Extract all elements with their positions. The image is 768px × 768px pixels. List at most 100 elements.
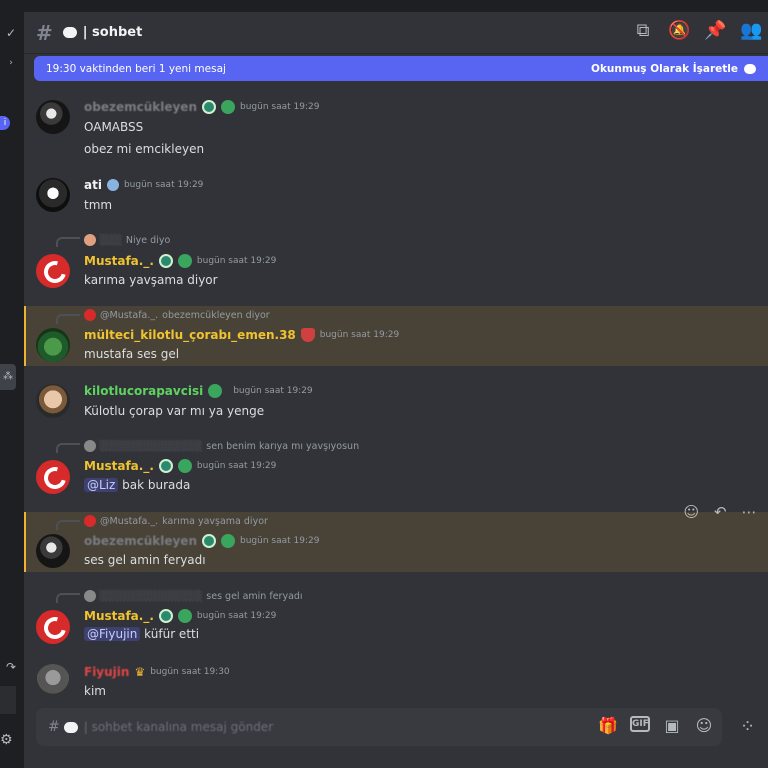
avatar[interactable] bbox=[36, 328, 70, 362]
mark-read-icon bbox=[744, 63, 756, 74]
badge-icon bbox=[221, 100, 235, 114]
badge-icon bbox=[202, 534, 216, 548]
reply-spine bbox=[56, 237, 80, 247]
username[interactable]: kilotlucorapavcisi bbox=[84, 384, 203, 398]
reply-avatar bbox=[84, 440, 96, 452]
user-mention[interactable]: @Fiyujin bbox=[84, 627, 141, 641]
username[interactable]: ati bbox=[84, 178, 102, 192]
message-text: Külotlu çorap var mı ya yenge bbox=[84, 404, 265, 418]
timestamp: bugün saat 19:29 bbox=[240, 536, 320, 546]
timestamp: bugün saat 19:29 bbox=[240, 102, 320, 112]
badge-icon bbox=[158, 254, 173, 268]
badge-icon bbox=[202, 100, 216, 114]
hash-icon: # bbox=[48, 719, 60, 735]
message[interactable]: kilotlucorapavcisi bugün saat 19:29 Külo… bbox=[24, 376, 768, 424]
message-text: @Liz bak burada bbox=[84, 478, 190, 492]
avatar[interactable] bbox=[36, 254, 70, 288]
message-text: @Fiyujin küfür etti bbox=[84, 627, 199, 641]
badge-icon bbox=[158, 609, 173, 623]
message[interactable]: ati bugün saat 19:29 tmm bbox=[24, 172, 768, 218]
username[interactable]: Mustafa._. bbox=[84, 459, 154, 473]
message[interactable]: Fiyujin ♛ bugün saat 19:30 kim bbox=[24, 662, 768, 702]
avatar[interactable] bbox=[36, 178, 70, 212]
badge-icon bbox=[177, 254, 192, 268]
reply-avatar bbox=[84, 515, 96, 527]
username[interactable]: Mustafa._. bbox=[84, 254, 154, 268]
emoji-icon[interactable]: ☺ bbox=[694, 716, 714, 735]
mark-read-button[interactable]: Okunmuş Olarak İşaretle bbox=[591, 63, 756, 75]
avatar[interactable] bbox=[36, 384, 70, 418]
message-text: ses gel amin feryadı bbox=[84, 553, 206, 567]
message-text: tmm bbox=[84, 198, 113, 212]
timestamp: bugün saat 19:30 bbox=[150, 667, 230, 677]
message-highlighted[interactable]: @Mustafa._. obezemcükleyen diyor mülteci… bbox=[24, 306, 768, 366]
message-text: mustafa ses gel bbox=[84, 347, 180, 361]
title-bar bbox=[0, 0, 768, 12]
reply-preview[interactable]: ░░░░░░░░░░░░░░ sen benim karıya mı yavşı… bbox=[84, 440, 359, 452]
timestamp: bugün saat 19:29 bbox=[196, 256, 277, 266]
gif-button[interactable]: GIF bbox=[630, 716, 650, 732]
username[interactable]: Fiyujin bbox=[84, 665, 129, 679]
badge-icon bbox=[158, 459, 173, 473]
avatar[interactable] bbox=[36, 460, 70, 494]
username[interactable]: mülteci_kilotlu_çorabı_emen.38 bbox=[84, 328, 296, 342]
unread-indicator: i bbox=[0, 116, 10, 130]
reply-spine bbox=[56, 314, 80, 324]
timestamp: bugün saat 19:29 bbox=[319, 330, 400, 340]
user-panel[interactable] bbox=[0, 686, 16, 714]
selected-channel-marker[interactable]: ⁂ bbox=[0, 364, 16, 390]
badge-icon bbox=[221, 534, 235, 548]
shield-icon bbox=[300, 328, 315, 342]
username[interactable]: Mustafa._. bbox=[84, 609, 154, 623]
message-highlighted[interactable]: @Mustafa._. karıma yavşama diyor obezemc… bbox=[24, 512, 768, 572]
badge-icon bbox=[177, 609, 192, 623]
gift-icon[interactable]: 🎁 bbox=[598, 716, 618, 735]
avatar[interactable] bbox=[36, 534, 70, 568]
new-messages-text: 19:30 vaktinden beri 1 yeni mesaj bbox=[46, 62, 226, 75]
sticker-icon[interactable]: ▣ bbox=[662, 716, 682, 735]
reply-avatar bbox=[84, 590, 96, 602]
user-mention[interactable]: @Liz bbox=[84, 478, 119, 492]
reply-avatar bbox=[84, 234, 96, 246]
new-messages-bar[interactable]: 19:30 vaktinden beri 1 yeni mesaj Okunmu… bbox=[34, 56, 768, 81]
speech-bubble-icon bbox=[63, 721, 78, 733]
crown-icon: ♛ bbox=[134, 665, 146, 679]
voice-icon[interactable]: ↷ bbox=[0, 660, 22, 674]
username[interactable]: obezemcükleyen bbox=[84, 534, 197, 548]
chevron-down-icon[interactable]: ✓ bbox=[0, 26, 22, 40]
reply-preview[interactable]: @Mustafa._. karıma yavşama diyor bbox=[84, 515, 268, 527]
reply-avatar bbox=[84, 309, 96, 321]
message[interactable]: ░░░░░░░░░░░░░░ ses gel amin feryadı Must… bbox=[24, 588, 768, 650]
pin-icon[interactable]: 📌 bbox=[704, 20, 726, 41]
message-text: OAMABSS bbox=[84, 120, 144, 134]
reply-preview[interactable]: @Mustafa._. obezemcükleyen diyor bbox=[84, 309, 270, 321]
username[interactable]: obezemcükleyen bbox=[84, 100, 197, 114]
badge-icon bbox=[177, 459, 192, 473]
avatar[interactable] bbox=[36, 100, 70, 134]
apps-icon[interactable]: ⁘ bbox=[740, 716, 755, 737]
channel-header: # | sohbet ⧉ 🔕 📌 👥 bbox=[24, 12, 768, 54]
avatar[interactable] bbox=[36, 664, 70, 698]
message-text: kim bbox=[84, 684, 106, 698]
message-input[interactable]: # | sohbet kanalına mesaj gönder 🎁 GIF ▣… bbox=[36, 708, 722, 746]
speech-bubble-icon bbox=[62, 27, 77, 38]
message[interactable]: ░░░░░░░░░░░░░░ sen benim karıya mı yavşı… bbox=[24, 438, 768, 500]
message[interactable]: obezemcükleyen bugün saat 19:29 OAMABSS … bbox=[24, 94, 768, 164]
reply-preview[interactable]: ░░░ Niye diyo bbox=[84, 234, 170, 246]
gear-icon[interactable]: ⚙ bbox=[0, 732, 14, 748]
hash-icon: # bbox=[36, 20, 53, 45]
timestamp: bugün saat 19:29 bbox=[196, 611, 277, 621]
message-text: obez mi emcikleyen bbox=[84, 142, 205, 156]
threads-icon[interactable]: ⧉ bbox=[632, 20, 654, 41]
timestamp: bugün saat 19:29 bbox=[196, 461, 277, 471]
message-text: karıma yavşama diyor bbox=[84, 273, 218, 287]
reply-spine bbox=[56, 593, 80, 603]
badge-icon bbox=[208, 384, 223, 398]
message[interactable]: ░░░ Niye diyo Mustafa._. bugün saat 19:2… bbox=[24, 232, 768, 298]
avatar[interactable] bbox=[36, 610, 70, 644]
mute-icon[interactable]: 🔕 bbox=[668, 20, 690, 41]
reply-spine bbox=[56, 443, 80, 453]
members-icon[interactable]: 👥 bbox=[740, 20, 762, 41]
channel-arrow-icon[interactable]: › bbox=[0, 58, 22, 68]
reply-preview[interactable]: ░░░░░░░░░░░░░░ ses gel amin feryadı bbox=[84, 590, 303, 602]
